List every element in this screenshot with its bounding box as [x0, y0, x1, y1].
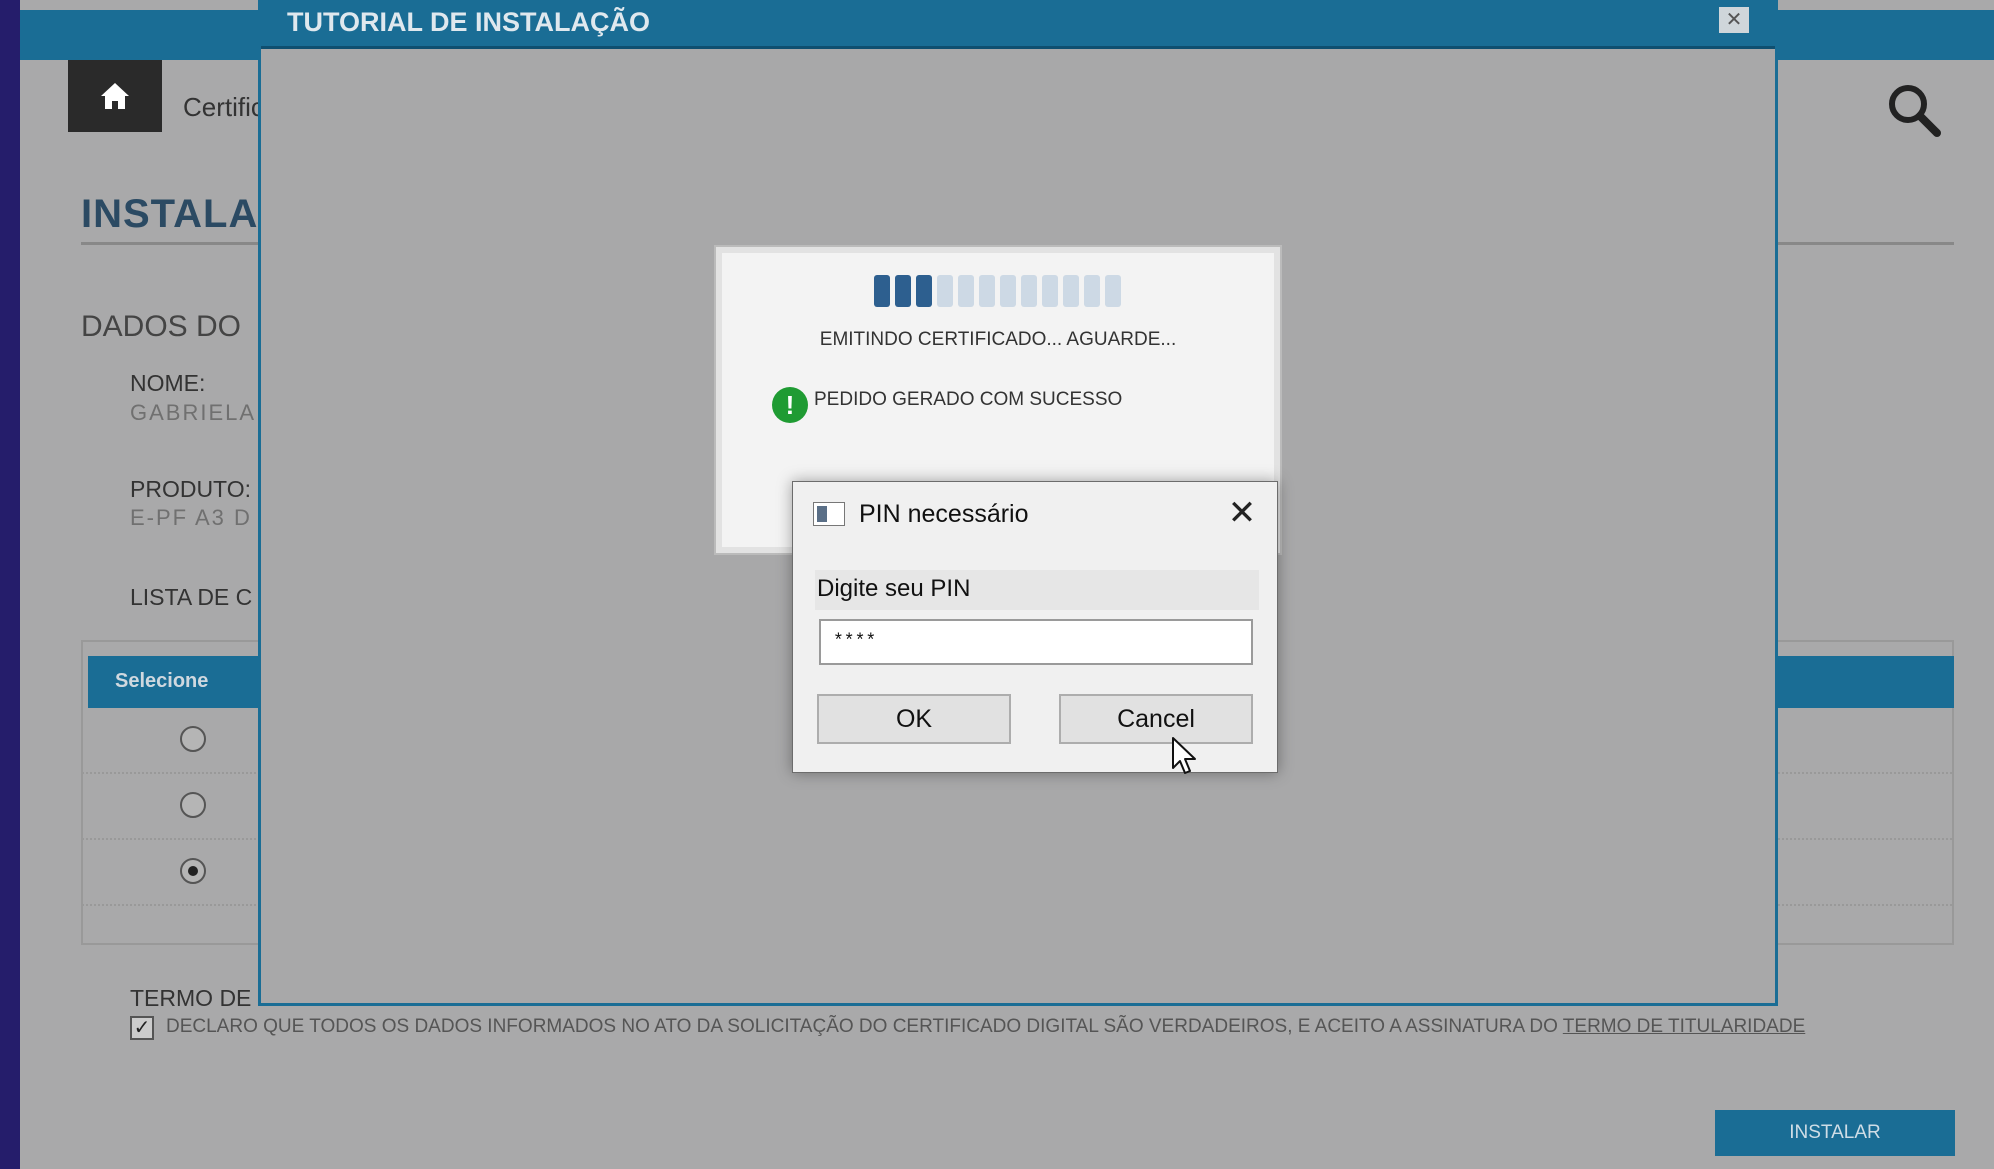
progress-segment — [958, 275, 974, 307]
tutorial-close-button[interactable]: ✕ — [1719, 7, 1749, 33]
progress-status: EMITINDO CERTIFICADO... AGUARDE... — [819, 329, 1177, 350]
home-icon — [101, 83, 129, 109]
progress-segment — [1042, 275, 1058, 307]
name-label: NOME: — [130, 370, 206, 396]
home-button[interactable] — [68, 60, 162, 132]
progress-segment — [1084, 275, 1100, 307]
pin-dialog-title: PIN necessário — [859, 500, 1029, 528]
cancel-button[interactable]: Cancel — [1059, 694, 1253, 744]
declaration-text: DECLARO QUE TODOS OS DADOS INFORMADOS NO… — [166, 1016, 1806, 1037]
progress-segment — [937, 275, 953, 307]
pin-prompt-label: Digite seu PIN — [817, 575, 971, 602]
breadcrumb[interactable]: Certific — [183, 92, 264, 123]
window-icon — [813, 502, 845, 526]
section-title: DADOS DO — [81, 310, 242, 343]
progress-segment — [1021, 275, 1037, 307]
terms-label: TERMO DE — [130, 985, 252, 1011]
progress-segment — [916, 275, 932, 307]
progress-segment — [895, 275, 911, 307]
progress-segment — [874, 275, 890, 307]
row-radio-3[interactable] — [180, 858, 206, 884]
progress-bar — [874, 275, 1121, 307]
install-button[interactable]: INSTALAR — [1715, 1110, 1955, 1156]
progress-segment — [1063, 275, 1079, 307]
pin-dialog: PIN necessário ✕ Digite seu PIN OK Cance… — [792, 481, 1278, 773]
exclamation-icon: ! — [772, 387, 808, 423]
success-message: PEDIDO GERADO COM SUCESSO — [814, 389, 1123, 410]
name-value: GABRIELA — [130, 400, 257, 425]
search-icon[interactable] — [1886, 82, 1942, 138]
certificate-list-label: LISTA DE C — [130, 584, 253, 610]
pin-input[interactable] — [819, 619, 1253, 665]
product-label: PRODUTO: — [130, 476, 251, 502]
product-value: E-PF A3 D — [130, 505, 252, 530]
ok-button[interactable]: OK — [817, 694, 1011, 744]
mouse-pointer-icon — [1172, 737, 1196, 774]
progress-segment — [979, 275, 995, 307]
terms-link[interactable]: TERMO DE TITULARIDADE — [1563, 1016, 1805, 1037]
progress-segment — [1105, 275, 1121, 307]
terms-checkbox[interactable]: ✓ — [130, 1016, 154, 1040]
pin-close-button[interactable]: ✕ — [1225, 496, 1259, 530]
tutorial-title: TUTORIAL DE INSTALAÇÃO — [287, 7, 650, 37]
row-radio-1[interactable] — [180, 726, 206, 752]
progress-segment — [1000, 275, 1016, 307]
page-title: INSTALA — [81, 192, 259, 236]
row-radio-2[interactable] — [180, 792, 206, 818]
select-column-header: Selecione — [115, 670, 209, 692]
